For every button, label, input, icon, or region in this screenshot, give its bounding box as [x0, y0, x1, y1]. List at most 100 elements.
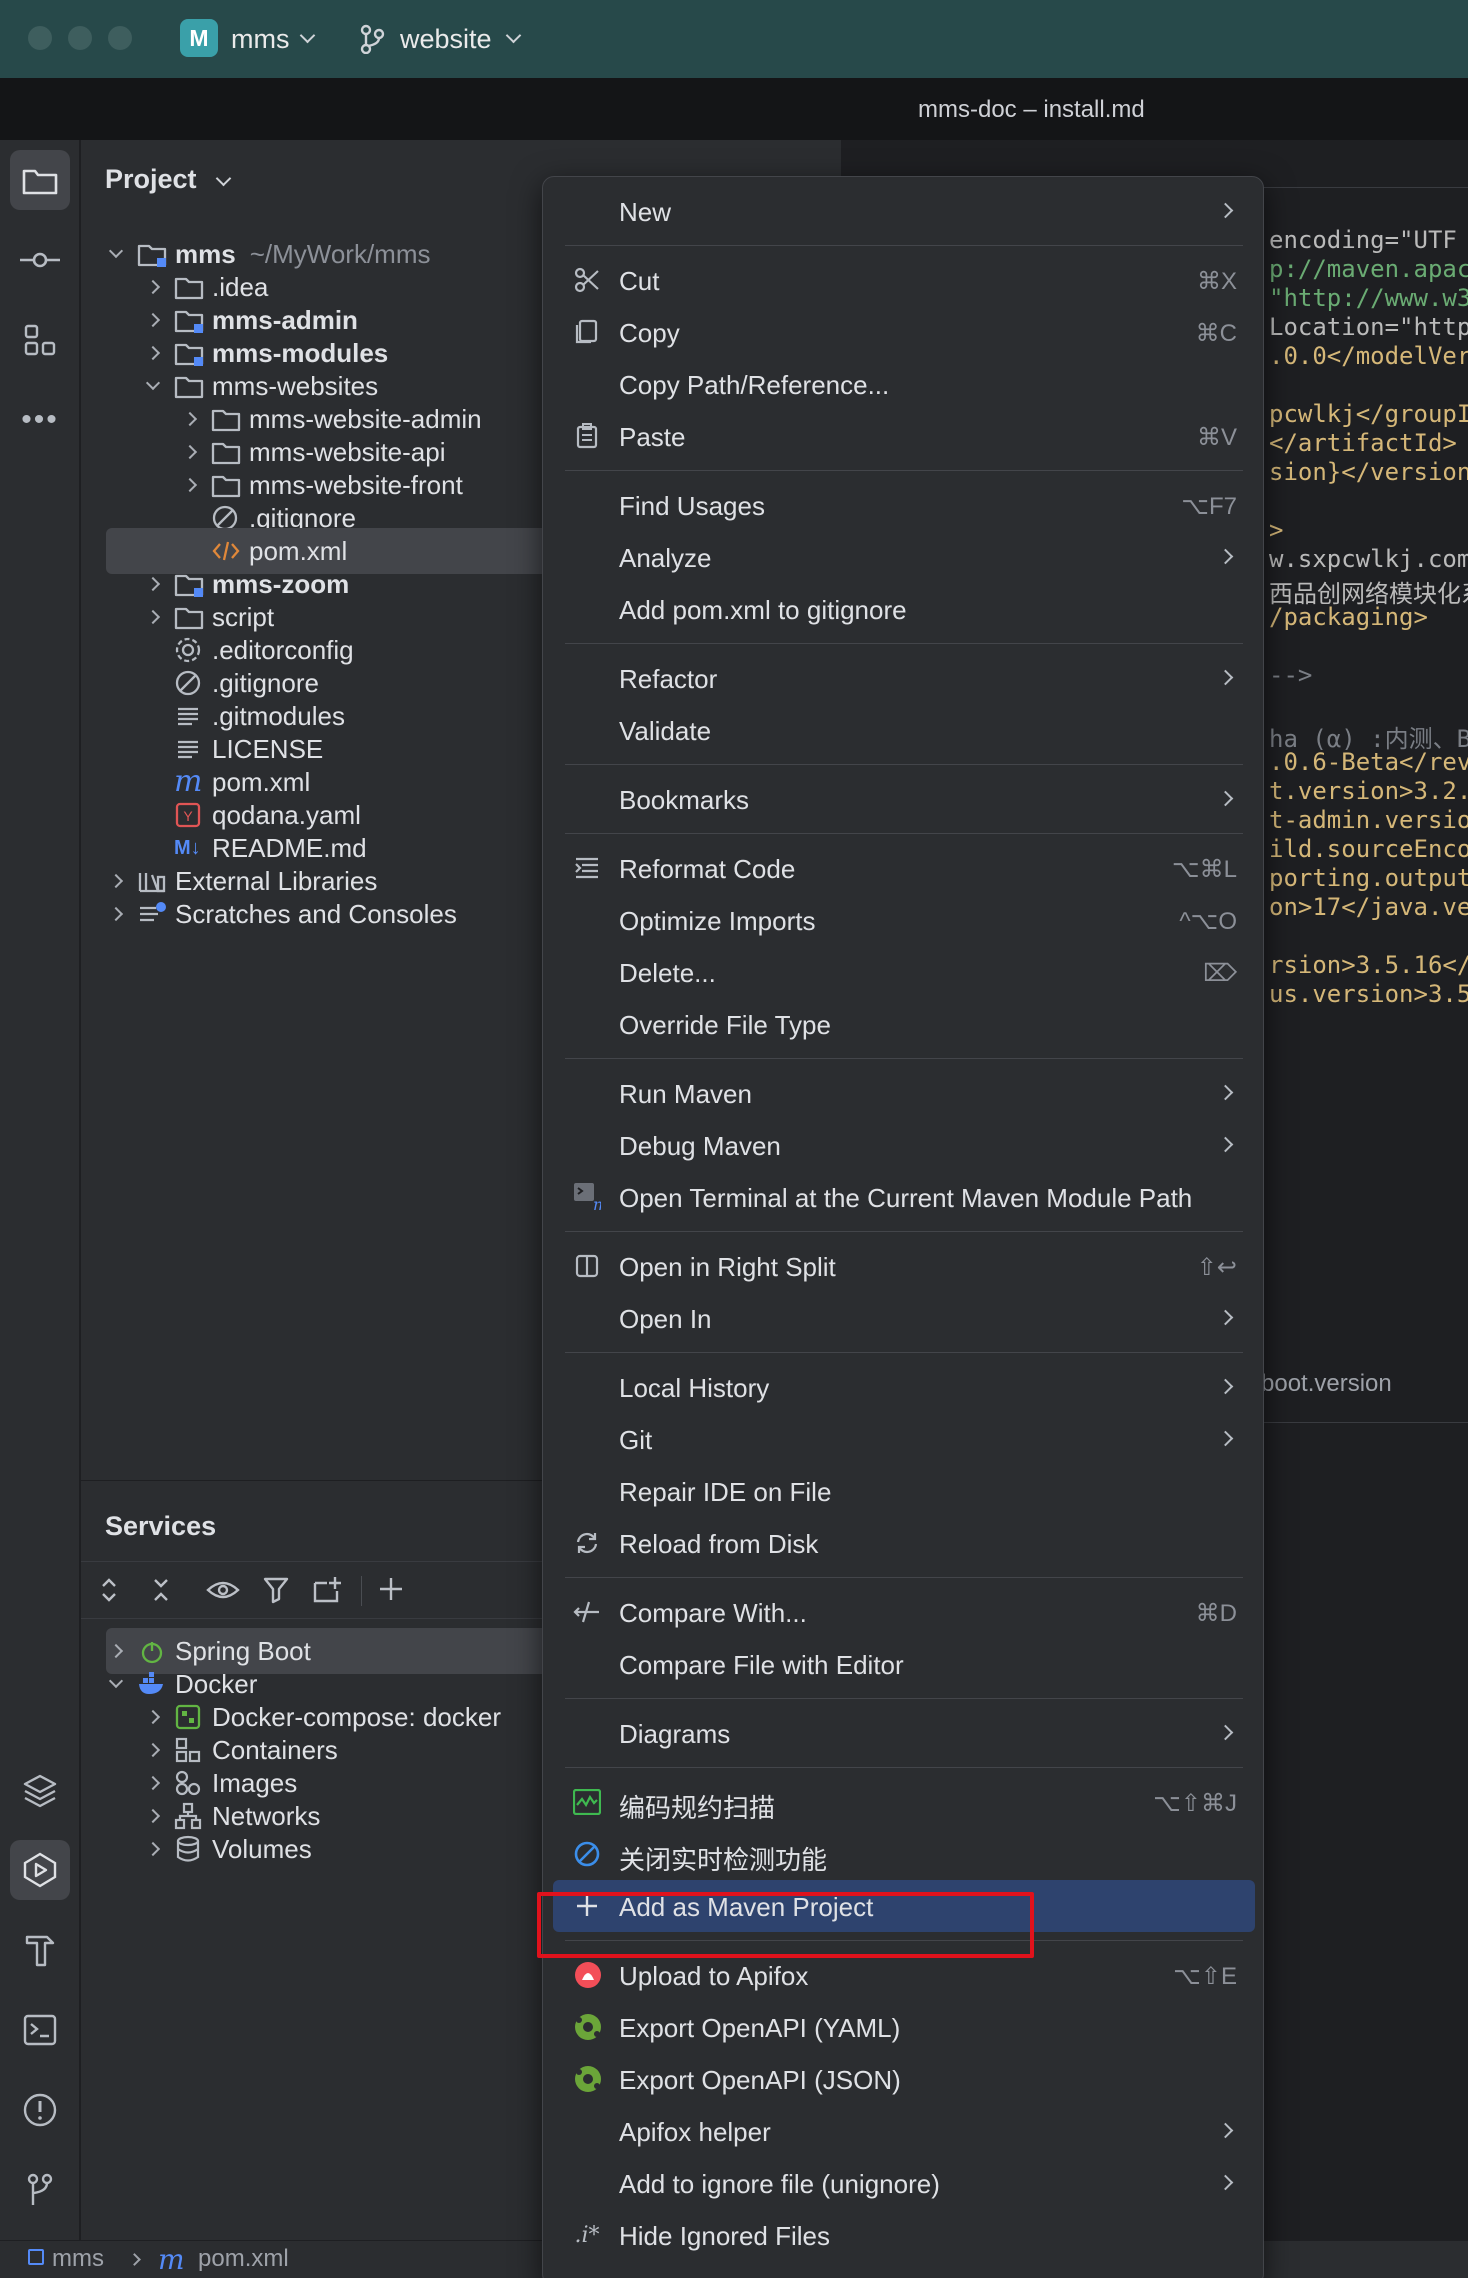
chevron-right-icon[interactable] — [145, 609, 161, 625]
ignored-icon: .i* — [574, 2222, 600, 2248]
menu-item-hide-ignored-files[interactable]: .i* Hide Ignored Files — [553, 2209, 1255, 2261]
menu-item-label: Apifox helper — [619, 2117, 771, 2147]
menu-item-copy[interactable]: Copy ⌘C — [553, 306, 1255, 358]
menu-item-add-pom-xml-to-gitignore[interactable]: Add pom.xml to gitignore — [553, 583, 1255, 635]
menu-item[interactable]: 关闭实时检测功能 — [553, 1828, 1255, 1880]
git-tool-button[interactable] — [10, 2160, 70, 2220]
chevron-right-icon[interactable] — [182, 411, 198, 427]
chevron-right-icon[interactable] — [145, 1709, 161, 1725]
menu-item-shortcut: ⌘X — [1196, 268, 1237, 295]
menu-item-label: Add to ignore file (unignore) — [619, 2169, 940, 2199]
layers-tool-button[interactable] — [10, 1760, 70, 1820]
project-tree-item-label: Scratches and Consoles — [175, 898, 457, 929]
chevron-right-icon[interactable] — [145, 576, 161, 592]
menu-item-cut[interactable]: Cut ⌘X — [553, 254, 1255, 306]
chevron-right-icon[interactable] — [108, 873, 124, 889]
chevron-down-icon[interactable] — [108, 1673, 124, 1689]
menu-item-label: Open Terminal at the Current Maven Modul… — [619, 1183, 1193, 1213]
menu-item-open-in[interactable]: Open In — [553, 1292, 1255, 1344]
project-switcher[interactable]: mms — [231, 24, 289, 55]
volumes-icon — [174, 1834, 204, 1864]
menu-item-label: Analyze — [619, 543, 712, 573]
menu-item-open-in-right-split[interactable]: Open in Right Split ⇧↩ — [553, 1240, 1255, 1292]
chevron-right-icon[interactable] — [145, 279, 161, 295]
menu-item-compare-with[interactable]: Compare With... ⌘D — [553, 1586, 1255, 1638]
add-service-icon[interactable] — [375, 1572, 411, 1608]
menu-item-bookmarks[interactable]: Bookmarks — [553, 773, 1255, 825]
chevron-right-icon — [1217, 1309, 1234, 1326]
menu-item-reformat-code[interactable]: Reformat Code ⌥⌘L — [553, 842, 1255, 894]
menu-item-git[interactable]: Git — [553, 1413, 1255, 1465]
menu-item-new[interactable]: New — [553, 185, 1255, 237]
menu-item[interactable]: 编码规约扫描 ⌥⇧⌘J — [553, 1776, 1255, 1828]
chevron-down-icon[interactable] — [108, 243, 124, 259]
menu-item-export-openapi-yaml[interactable]: Export OpenAPI (YAML) — [553, 2001, 1255, 2053]
editor-breadcrumb[interactable]: boot.version — [1261, 1370, 1392, 1398]
chevron-right-icon[interactable] — [145, 1841, 161, 1857]
expand-all-icon[interactable] — [91, 1572, 127, 1608]
menu-item-label: Override File Type — [619, 1010, 831, 1040]
menu-item-validate[interactable]: Validate — [553, 704, 1255, 756]
menu-item-copy-path-reference[interactable]: Copy Path/Reference... — [553, 358, 1255, 410]
menu-item-run-maven[interactable]: Run Maven — [553, 1067, 1255, 1119]
problems-tool-button[interactable] — [10, 2080, 70, 2140]
branch-switcher[interactable]: website — [400, 24, 492, 55]
chevron-right-icon[interactable] — [182, 477, 198, 493]
menu-item-reload-from-disk[interactable]: Reload from Disk — [553, 1517, 1255, 1569]
project-panel-title[interactable]: Project — [105, 164, 232, 195]
project-badge[interactable]: M — [180, 19, 218, 57]
menu-item-repair-ide-on-file[interactable]: Repair IDE on File — [553, 1465, 1255, 1517]
menu-item-apifox-helper[interactable]: Apifox helper — [553, 2105, 1255, 2157]
menu-item-shortcut: ⌥⇧E — [1173, 1963, 1237, 1990]
chevron-right-icon[interactable] — [108, 1643, 124, 1659]
menu-item-override-file-type[interactable]: Override File Type — [553, 998, 1255, 1050]
menu-item-debug-maven[interactable]: Debug Maven — [553, 1119, 1255, 1171]
compare-icon — [573, 1598, 601, 1626]
status-crumb-module[interactable]: mms — [52, 2245, 104, 2273]
menu-item-local-history[interactable]: Local History — [553, 1361, 1255, 1413]
menu-item-open-terminal-at-the-current-maven-module-path[interactable]: m Open Terminal at the Current Maven Modu… — [553, 1171, 1255, 1223]
chevron-down-icon[interactable] — [145, 375, 161, 391]
menu-item-delete[interactable]: Delete... ⌦ — [553, 946, 1255, 998]
menu-item-label: Export OpenAPI (YAML) — [619, 2013, 901, 2043]
status-crumb-file[interactable]: pom.xml — [198, 2245, 289, 2273]
structure-tool-button[interactable] — [10, 310, 70, 370]
build-tool-button[interactable] — [10, 1920, 70, 1980]
minimize-window-button[interactable] — [68, 26, 92, 50]
menu-item-optimize-imports[interactable]: Optimize Imports ^⌥O — [553, 894, 1255, 946]
branch-icon — [360, 24, 385, 54]
chevron-right-icon — [1217, 1136, 1234, 1153]
scissors-icon — [573, 266, 601, 294]
chevron-right-icon[interactable] — [145, 1742, 161, 1758]
menu-item-diagrams[interactable]: Diagrams — [553, 1707, 1255, 1759]
chevron-right-icon[interactable] — [182, 444, 198, 460]
terminal-tool-button[interactable] — [10, 2000, 70, 2060]
menu-item-add-to-ignore-file-unignore[interactable]: Add to ignore file (unignore) — [553, 2157, 1255, 2209]
more-tools-icon[interactable]: ••• — [10, 390, 70, 450]
chevron-right-icon[interactable] — [145, 312, 161, 328]
chevron-right-icon[interactable] — [145, 1775, 161, 1791]
split-icon — [573, 1252, 601, 1280]
collapse-all-icon[interactable] — [143, 1572, 179, 1608]
menu-item-label: New — [619, 197, 672, 227]
zoom-window-button[interactable] — [108, 26, 132, 50]
chevron-right-icon[interactable] — [108, 906, 124, 922]
services-tool-button[interactable] — [10, 1840, 70, 1900]
menu-item-export-openapi-json[interactable]: Export OpenAPI (JSON) — [553, 2053, 1255, 2105]
close-window-button[interactable] — [28, 26, 52, 50]
project-tool-button[interactable] — [10, 150, 70, 210]
menu-item-paste[interactable]: Paste ⌘V — [553, 410, 1255, 462]
chevron-right-icon[interactable] — [145, 345, 161, 361]
menu-item-refactor[interactable]: Refactor — [553, 652, 1255, 704]
code-line: </artifactId> — [1269, 429, 1457, 457]
commit-tool-button[interactable] — [10, 230, 70, 290]
menu-item-analyze[interactable]: Analyze — [553, 531, 1255, 583]
menu-item-compare-file-with-editor[interactable]: Compare File with Editor — [553, 1638, 1255, 1690]
menu-item-find-usages[interactable]: Find Usages ⌥F7 — [553, 479, 1255, 531]
code-line: ild.sourceEnco — [1269, 835, 1468, 863]
chevron-right-icon[interactable] — [145, 1808, 161, 1824]
menu-item-label: Run Maven — [619, 1079, 752, 1109]
eye-icon[interactable] — [205, 1572, 241, 1608]
new-group-icon[interactable] — [309, 1572, 345, 1608]
filter-icon[interactable] — [259, 1572, 295, 1608]
